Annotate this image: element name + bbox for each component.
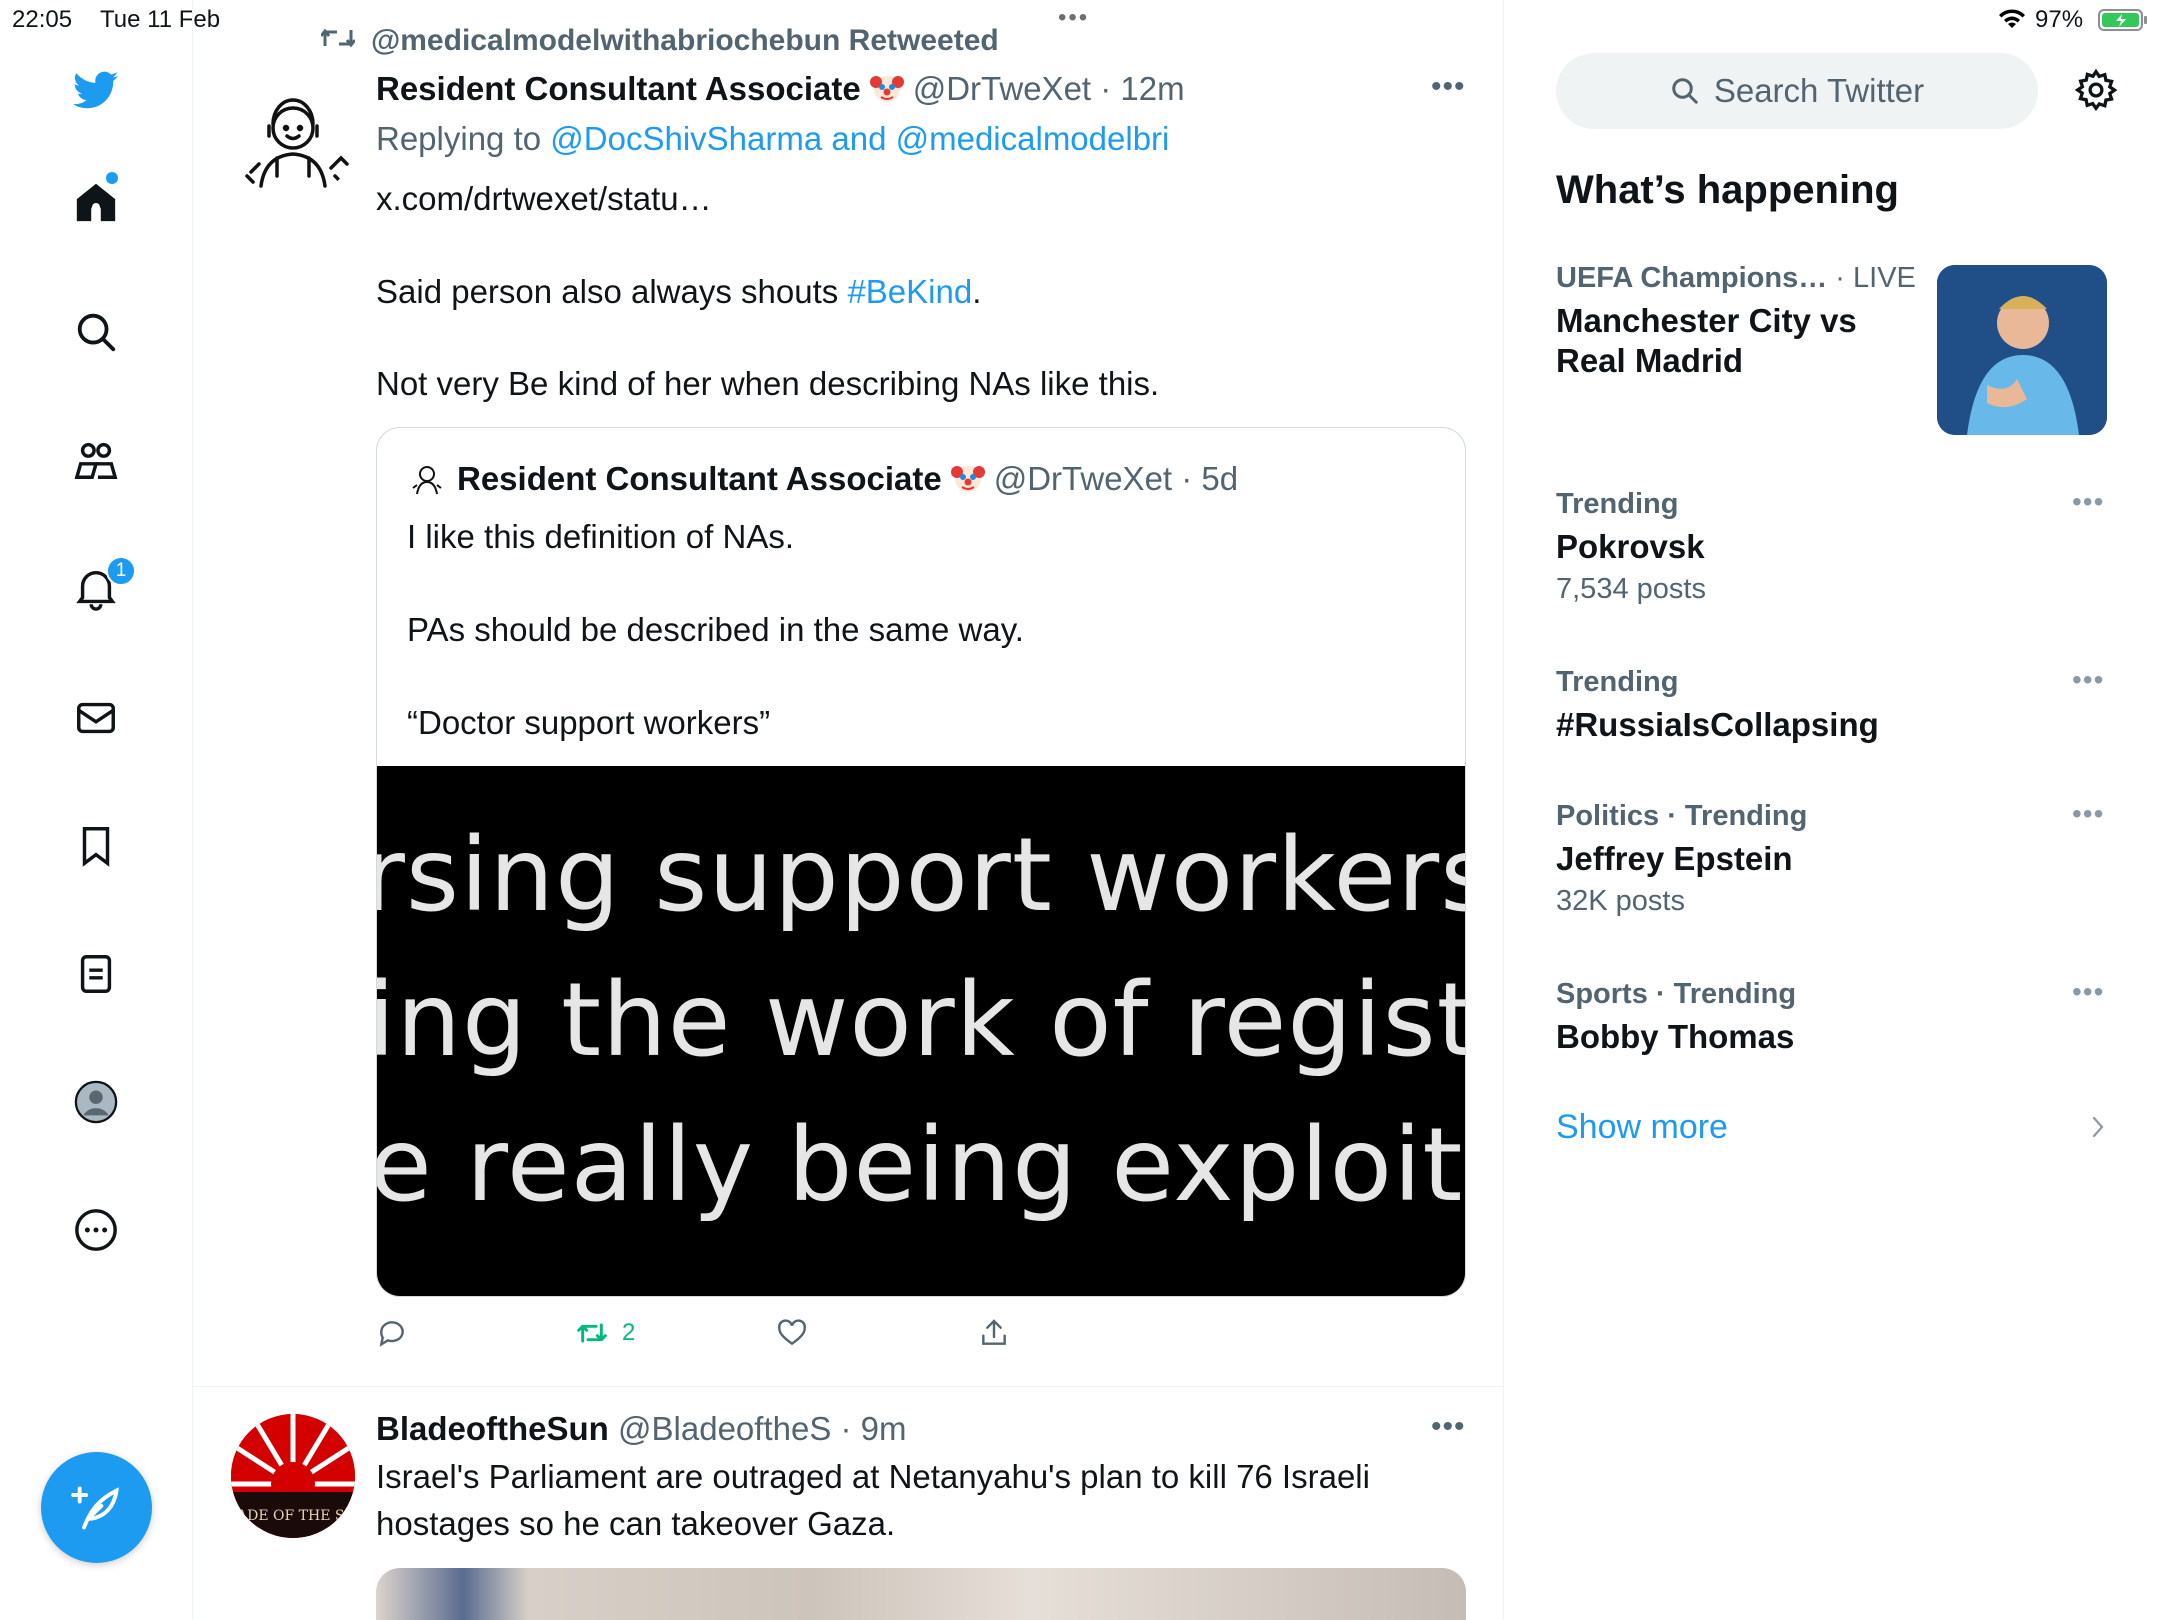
battery-icon	[2098, 9, 2147, 31]
battery-percent: 97%	[2035, 6, 2084, 33]
home-unread-dot	[106, 172, 118, 184]
compose-feather-icon	[70, 1486, 119, 1529]
tweet-text-line2: Not very Be kind of her when describing …	[376, 365, 1160, 402]
tweet-header: Resident Consultant Associate @DrTweXet ·…	[376, 70, 1185, 108]
trend-item[interactable]: Trending Pokrovsk 7,534 posts	[1556, 488, 2116, 606]
tweet-text-suffix: .	[972, 273, 982, 310]
trend-thumbnail[interactable]	[1937, 265, 2107, 435]
trend-title: Bobby Thomas	[1556, 1018, 1795, 1055]
whats-happening-title: What’s happening	[1556, 168, 1899, 212]
reply-button[interactable]	[376, 1317, 408, 1349]
bookmarks-icon[interactable]	[66, 816, 126, 876]
replying-to: Replying to @DocShivSharma and @medicalm…	[376, 120, 1169, 158]
show-more-link[interactable]: Show more	[1556, 1108, 1728, 1147]
profile-icon[interactable]	[66, 1072, 126, 1132]
tweet-header: BladeoftheSun @BladeoftheS · 9m	[376, 1410, 907, 1448]
tweet-media[interactable]	[376, 1568, 1466, 1620]
twitter-logo-icon[interactable]	[66, 60, 126, 120]
trend-meta: Trending	[1556, 666, 1679, 698]
communities-icon[interactable]	[66, 430, 126, 490]
tweet-more-icon[interactable]: •••	[1431, 1410, 1466, 1444]
image-text-line2: ing the work of registe	[377, 961, 1466, 1080]
quoted-text-line2: PAs should be described in the same way.	[407, 611, 1024, 648]
search-icon[interactable]	[66, 302, 126, 362]
compose-tweet-button[interactable]	[41, 1452, 152, 1563]
tweet-more-icon[interactable]: •••	[1431, 70, 1466, 104]
trend-meta: Trending	[1556, 488, 1679, 520]
quoted-avatar	[412, 466, 442, 495]
trend-post-count: 32K posts	[1556, 885, 1685, 917]
retweet-count: 2	[622, 1319, 636, 1346]
trend-post-count: 7,534 posts	[1556, 573, 1706, 605]
tweet-actions: 2	[376, 1317, 1466, 1357]
trend-meta: Politics · Trending	[1556, 800, 1808, 832]
retweet-context-icon	[319, 24, 357, 58]
trend-item[interactable]: Sports · Trending Bobby Thomas	[1556, 978, 2116, 1057]
replying-prefix: Replying to	[376, 120, 542, 157]
image-text-line3: e really being exploited	[377, 1106, 1465, 1225]
quoted-text-line3: “Doctor support workers”	[407, 704, 771, 741]
share-button[interactable]	[978, 1317, 1010, 1349]
quoted-text-line1: I like this definition of NAs.	[407, 518, 795, 555]
quoted-tweet-header: Resident Consultant Associate @DrTweXet ·…	[407, 458, 1238, 498]
trend-title: #RussiaIsCollapsing	[1556, 706, 1879, 743]
trend-more-icon[interactable]: •••	[2072, 664, 2104, 696]
trend-more-icon[interactable]: •••	[2072, 976, 2104, 1008]
author-handle-time[interactable]: @BladeoftheS · 9m	[618, 1410, 906, 1447]
reply-icon	[379, 1321, 404, 1347]
left-nav: 1	[0, 0, 193, 1620]
trend-item[interactable]: Politics · Trending Jeffrey Epstein 32K …	[1556, 800, 2116, 918]
search-placeholder: Search Twitter	[1713, 72, 1925, 109]
trend-more-icon[interactable]: •••	[2072, 486, 2104, 518]
retweet-context[interactable]: @medicalmodelwithabriochebun Retweeted	[319, 24, 999, 58]
tweet-text-prefix: Said person also always shouts	[376, 273, 839, 310]
like-button[interactable]	[776, 1317, 808, 1349]
messages-icon[interactable]	[66, 688, 126, 748]
trend-meta: Sports · Trending	[1556, 978, 1797, 1010]
settings-gear-icon[interactable]	[2074, 68, 2118, 112]
author-handle-time[interactable]: @DrTweXet · 12m	[913, 70, 1185, 107]
replying-to-mentions[interactable]: @DocShivSharma and @medicalmodelbri	[550, 120, 1169, 157]
wifi-icon	[1999, 9, 2025, 28]
avatar[interactable]: BLADE OF THE SUN	[231, 1414, 355, 1538]
clown-emoji-icon	[869, 76, 904, 102]
trend-title: Pokrovsk	[1556, 528, 1705, 565]
share-icon	[982, 1319, 1006, 1345]
clown-emoji-icon	[950, 466, 985, 492]
retweet-button[interactable]: 2	[576, 1317, 635, 1349]
hashtag-link[interactable]: #BeKind	[847, 273, 972, 310]
trend-live: · LIVE	[1827, 262, 1916, 294]
search-box[interactable]: Search Twitter	[1556, 53, 2038, 129]
lists-icon[interactable]	[66, 944, 126, 1004]
image-text-line1: rsing support workers.	[377, 816, 1466, 935]
tweet-text-line2: hostages so he can takeover Gaza.	[376, 1505, 896, 1542]
retweet-context-text: @medicalmodelwithabriochebun Retweeted	[371, 24, 999, 57]
tweet-link[interactable]: x.com/drtwexet/statu…	[376, 180, 712, 218]
quoted-author-name: Resident Consultant Associate	[457, 460, 942, 497]
author-name[interactable]: BladeoftheSun	[376, 1410, 609, 1447]
tweet-text-line1: Israel's Parliament are outraged at Neta…	[376, 1458, 1370, 1495]
chevron-right-icon[interactable]	[2086, 1112, 2110, 1142]
heart-icon	[778, 1319, 806, 1346]
avatar[interactable]	[231, 76, 355, 200]
author-name[interactable]: Resident Consultant Associate	[376, 70, 861, 107]
avatar-emblem-text: BLADE OF THE SUN	[231, 1508, 355, 1524]
tweet-text-line1: Said person also always shouts #BeKind.	[376, 273, 981, 311]
more-icon[interactable]	[66, 1200, 126, 1260]
tweet-divider	[193, 1386, 1503, 1387]
trend-item[interactable]: Trending #RussiaIsCollapsing	[1556, 666, 2116, 745]
notification-badge: 1	[106, 556, 136, 586]
quoted-image[interactable]: rsing support workers. ing the work of r…	[377, 766, 1466, 1296]
quoted-tweet[interactable]: Resident Consultant Associate @DrTweXet ·…	[376, 427, 1466, 1297]
timeline: @medicalmodelwithabriochebun Retweeted R…	[193, 0, 1504, 1620]
retweet-icon	[577, 1323, 607, 1343]
search-icon	[1672, 78, 1698, 104]
trend-title: Jeffrey Epstein	[1556, 840, 1793, 877]
quoted-handle-time: @DrTweXet · 5d	[993, 460, 1239, 497]
trend-category: UEFA Champions…	[1556, 262, 1828, 294]
trend-more-icon[interactable]: •••	[2072, 798, 2104, 830]
